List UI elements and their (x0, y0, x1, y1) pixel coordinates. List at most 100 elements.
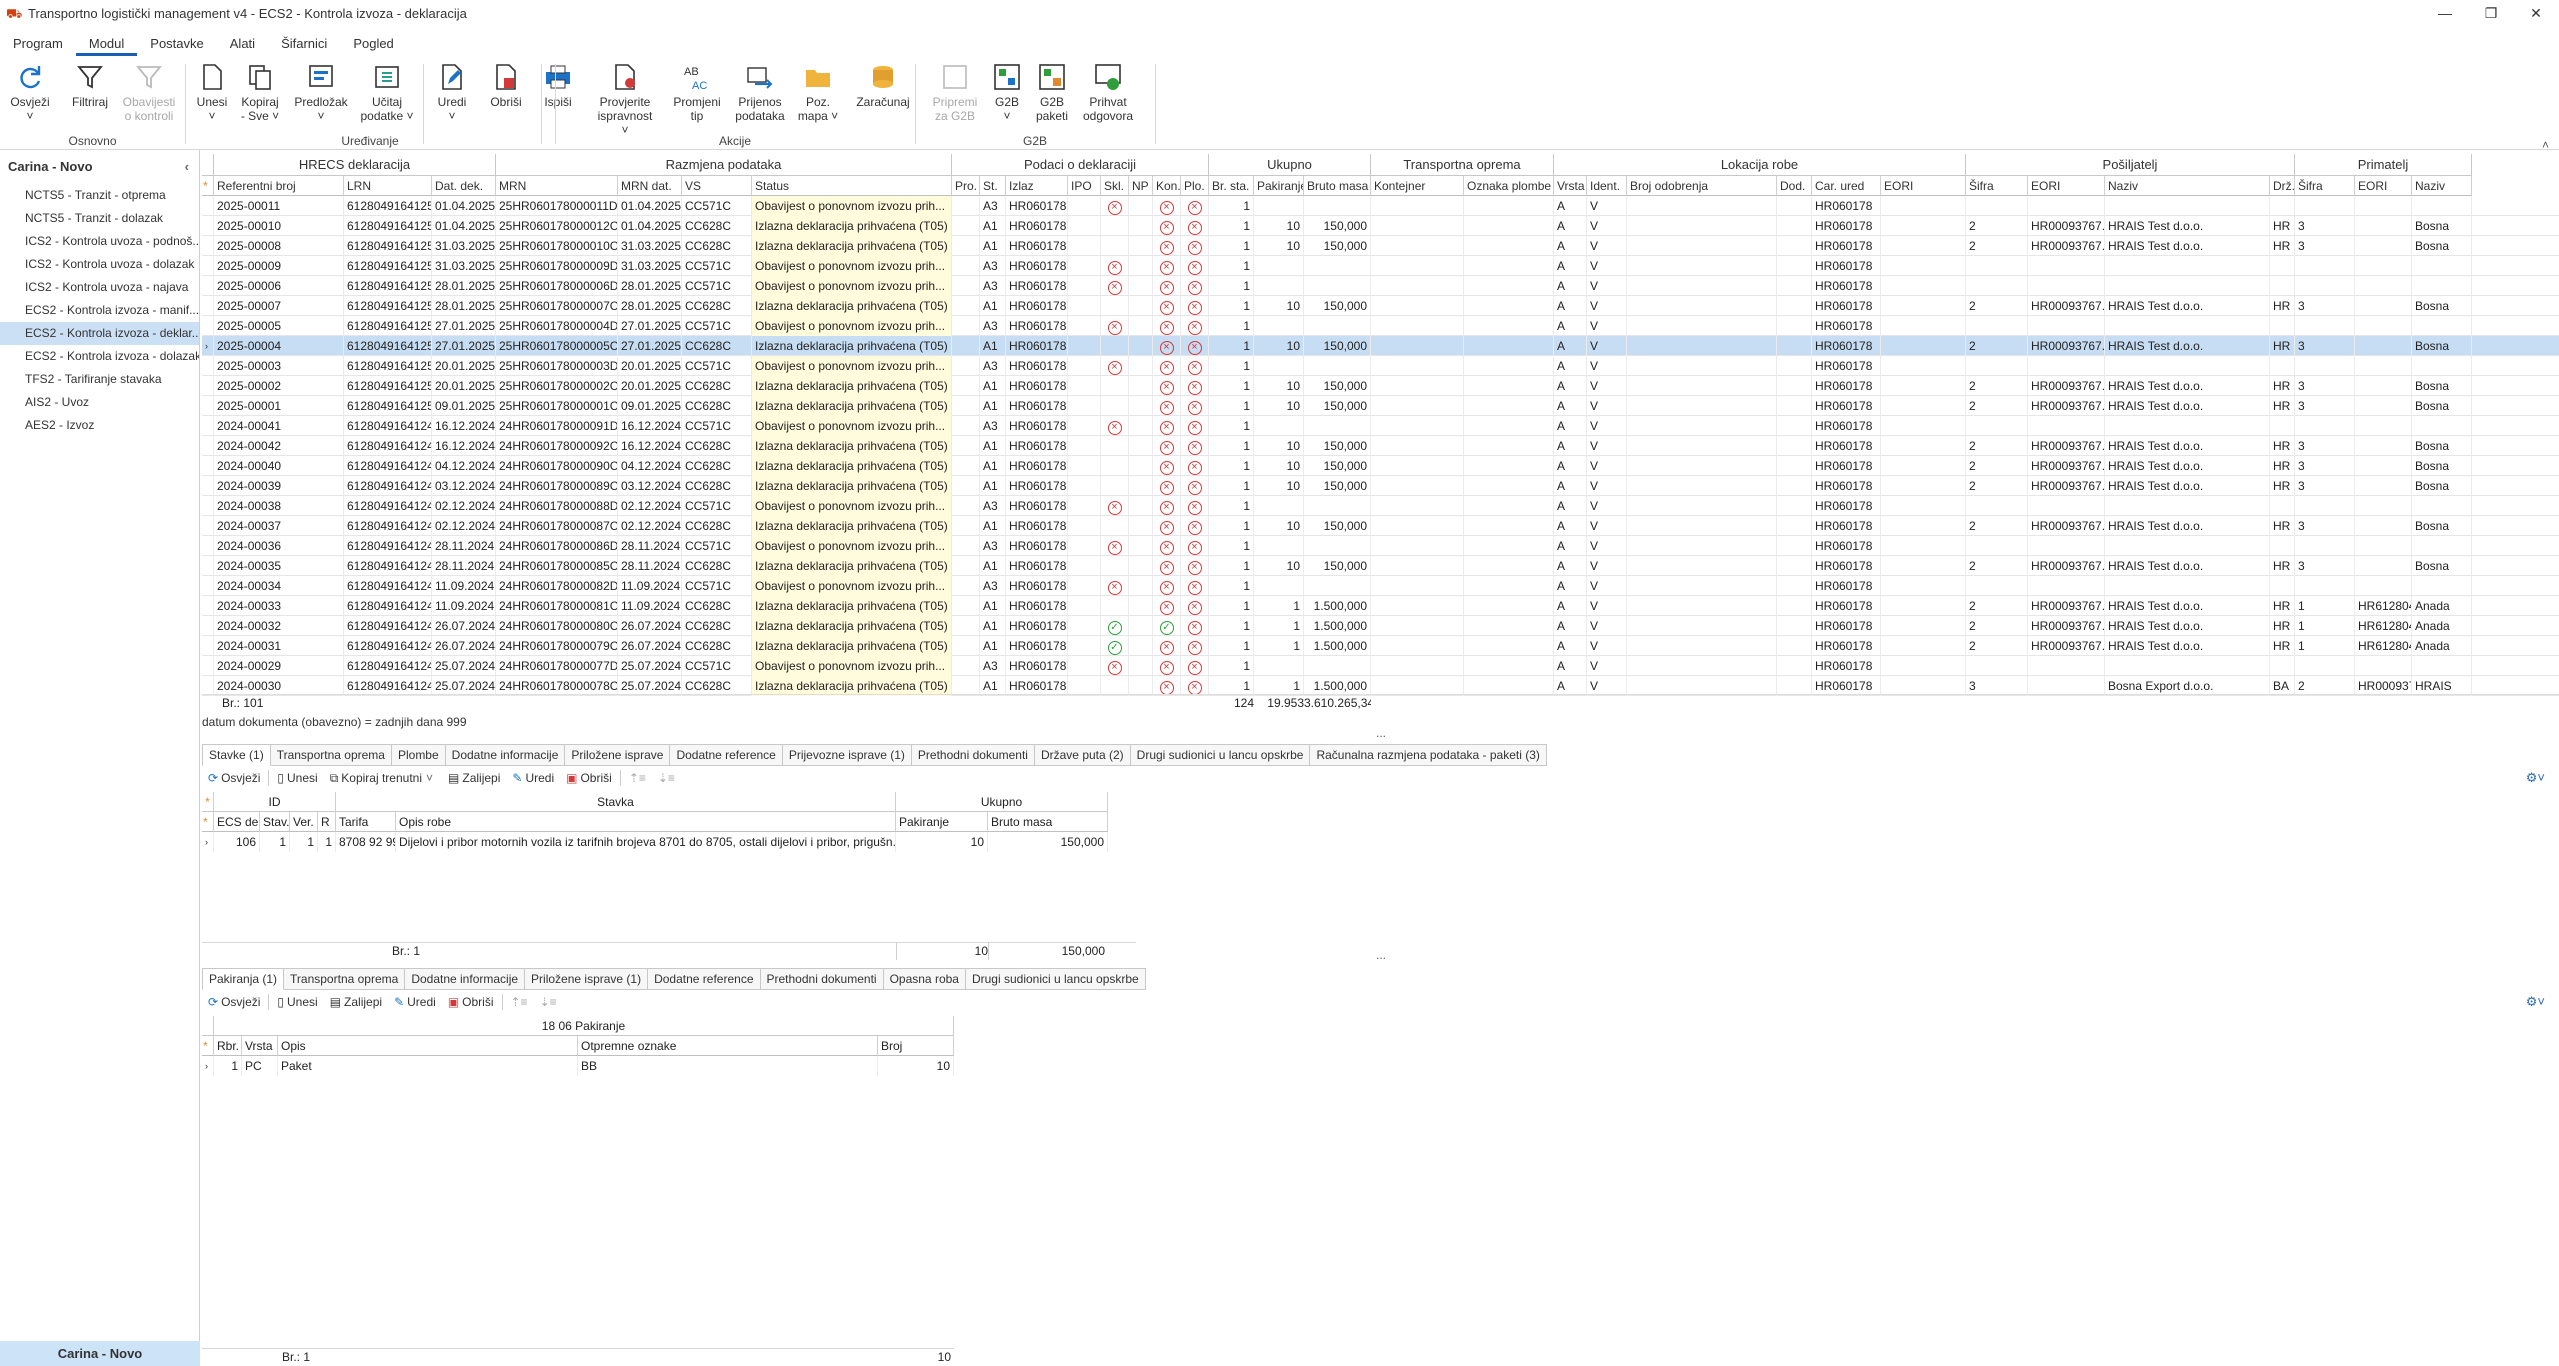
ribbon-transfer-button[interactable]: Prijenos podataka (728, 62, 792, 123)
grid-column-header[interactable]: Kontejner (1371, 176, 1464, 196)
collapse-sidebar-icon[interactable]: ‹ (185, 150, 189, 184)
table-row[interactable]: 2024-000416128049164124E0000004116.12.20… (202, 416, 2559, 436)
items-column-header[interactable]: * (202, 812, 214, 832)
items-column-header[interactable]: ECS dek. (214, 812, 260, 832)
ribbon-change-type-button[interactable]: AB AC Promjeni tip (665, 62, 729, 123)
detail-tab[interactable]: Transportna oprema (270, 744, 392, 766)
table-row[interactable]: 2024-000426128049164124E0000004216.12.20… (202, 436, 2559, 456)
ribbon-refresh-button[interactable]: Osvježi ˅ (0, 62, 62, 123)
ribbon-coins-button[interactable]: Zaračunaj (851, 62, 915, 109)
items-column-header[interactable]: Bruto masa (988, 812, 1108, 832)
menu-postavke[interactable]: Postavke (137, 32, 216, 56)
pack-column-header[interactable]: Vrsta (242, 1036, 278, 1056)
pack-tab[interactable]: Prethodni dokumenti (760, 968, 884, 990)
ribbon-template-button[interactable]: Predložak ˅ (289, 62, 353, 123)
sidebar-footer[interactable]: Carina - Novo (0, 1341, 200, 1366)
pack-column-header[interactable]: Opis (278, 1036, 578, 1056)
table-row[interactable]: 2025-000036128049164125E0000000320.01.20… (202, 356, 2559, 376)
ribbon-filter-button[interactable]: Filtriraj (58, 62, 122, 109)
table-row[interactable]: 2024-000406128049164124E0000004004.12.20… (202, 456, 2559, 476)
splitter-handle-2[interactable]: ... (1376, 948, 1386, 962)
grid-column-header[interactable]: Šifra (2295, 176, 2355, 196)
grid-column-header[interactable]: NP (1129, 176, 1153, 196)
items-column-header[interactable]: Ver. (290, 812, 318, 832)
toolbar-edit-button[interactable]: ✎ Uredi (506, 767, 560, 789)
table-row[interactable]: 2025-000066128049164125E0000000628.01.20… (202, 276, 2559, 296)
grid-column-header[interactable]: Naziv (2412, 176, 2472, 196)
grid-column-header[interactable]: Kon. (1153, 176, 1181, 196)
toolbar-paste-button[interactable]: ▤ Zalijepi (442, 767, 506, 789)
grid-column-header[interactable]: Car. ured (1812, 176, 1881, 196)
grid-options-icon[interactable]: ⚙˅ (2526, 770, 2545, 786)
table-row[interactable]: 2025-000026128049164125E0000000220.01.20… (202, 376, 2559, 396)
grid-column-header[interactable]: Oznaka plombe (1464, 176, 1554, 196)
detail-tab[interactable]: Drugi sudionici u lancu opskrbe (1130, 744, 1311, 766)
sidebar-item[interactable]: AIS2 - Uvoz (0, 391, 199, 414)
chevron-down-icon[interactable]: ˅ (426, 771, 433, 785)
ribbon-copy-button[interactable]: Kopiraj - Sve ˅ (228, 62, 292, 123)
toolbar-edit-button[interactable]: ✎ Uredi (388, 991, 442, 1013)
table-row[interactable]: 2025-000096128049164125E0000000931.03.20… (202, 256, 2559, 276)
table-row[interactable]: 2025-000076128049164125E0000000728.01.20… (202, 296, 2559, 316)
sidebar-item[interactable]: AES2 - Izvoz (0, 414, 199, 437)
sidebar-item[interactable]: ICS2 - Kontrola uvoza - dolazak (0, 253, 199, 276)
table-row[interactable]: 2024-000366128049164124E0000003628.11.20… (202, 536, 2559, 556)
detail-tab[interactable]: Računalna razmjena podataka - paketi (3) (1310, 744, 1547, 766)
menu-pogled[interactable]: Pogled (340, 32, 406, 56)
items-column-header[interactable]: Opis robe (396, 812, 896, 832)
grid-column-header[interactable]: EORI (1881, 176, 1966, 196)
table-row[interactable]: 2024-000346128049164124E0000003411.09.20… (202, 576, 2559, 596)
detail-tab[interactable]: Države puta (2) (1034, 744, 1131, 766)
grid-column-header[interactable]: Status (752, 176, 952, 196)
menu-alati[interactable]: Alati (217, 32, 268, 56)
grid-column-header[interactable]: LRN (344, 176, 432, 196)
table-row[interactable]: 2024-000386128049164124E0000003802.12.20… (202, 496, 2559, 516)
detail-tab[interactable]: Prijevozne isprave (1) (782, 744, 912, 766)
table-row[interactable]: 2024-000316128049164124E0000003126.07.20… (202, 636, 2559, 656)
detail-tab[interactable]: Stavke (1) (202, 744, 271, 766)
collapse-ribbon-icon[interactable]: ˄ (2542, 138, 2549, 152)
pack-column-header[interactable]: Broj (878, 1036, 954, 1056)
grid-column-header[interactable]: Bruto masa (1304, 176, 1371, 196)
table-row[interactable]: 2024-000396128049164124E0000003903.12.20… (202, 476, 2559, 496)
pack-column-header[interactable]: * (202, 1036, 214, 1056)
grid-column-header[interactable]: MRN dat. (618, 176, 682, 196)
pack-tab[interactable]: Dodatne informacije (405, 968, 526, 990)
ribbon-g2b-packages-button[interactable]: G2B paketi (1020, 62, 1084, 123)
sidebar-item[interactable]: ECS2 - Kontrola izvoza - dolazak (0, 345, 199, 368)
pack-column-header[interactable]: Rbr. (214, 1036, 242, 1056)
items-column-header[interactable]: Stav. (260, 812, 290, 832)
pack-tab[interactable]: Opasna roba (883, 968, 966, 990)
table-row[interactable]: 2025-000106128049164125E0000001001.04.20… (202, 216, 2559, 236)
grid-column-header[interactable]: MRN (496, 176, 618, 196)
menu-šifarnici[interactable]: Šifarnici (268, 32, 340, 56)
pack-tab[interactable]: Priložene isprave (1) (525, 968, 649, 990)
grid-column-header[interactable]: Šifra (1966, 176, 2028, 196)
ribbon-load-data-button[interactable]: Učitaj podatke ˅ (355, 62, 419, 123)
detail-tab[interactable]: Plombe (391, 744, 446, 766)
grid-column-header[interactable]: EORI (2028, 176, 2105, 196)
grid-column-header[interactable]: Pakiranje (1254, 176, 1304, 196)
table-row[interactable]: 2024-000376128049164124E0000003702.12.20… (202, 516, 2559, 536)
pack-grid-options-icon[interactable]: ⚙˅ (2526, 994, 2545, 1010)
grid-column-header[interactable]: Broj odobrenja (1627, 176, 1777, 196)
minimize-button[interactable]: — (2422, 0, 2468, 27)
close-button[interactable]: ✕ (2513, 0, 2559, 27)
sidebar-item[interactable]: ICS2 - Kontrola uvoza - najava (0, 276, 199, 299)
grid-column-header[interactable]: Plo. (1181, 176, 1209, 196)
items-column-header[interactable]: Pakiranje (896, 812, 988, 832)
sidebar-item[interactable]: NCTS5 - Tranzit - dolazak (0, 207, 199, 230)
pack-tab[interactable]: Transportna oprema (284, 968, 406, 990)
table-row[interactable]: 2024-000356128049164124E0000003528.11.20… (202, 556, 2559, 576)
table-row[interactable]: 2024-000336128049164124E0000003311.09.20… (202, 596, 2559, 616)
table-row[interactable]: 2024-000306128049164124E0000003025.07.20… (202, 676, 2559, 696)
pack-tab[interactable]: Pakiranja (1) (202, 968, 285, 990)
ribbon-validate-button[interactable]: Provjerite ispravnost ˅ (593, 62, 657, 137)
toolbar-delete-button[interactable]: ▣ Obriši (560, 767, 618, 789)
grid-column-header[interactable]: Dod. (1777, 176, 1812, 196)
grid-column-header[interactable]: St. (980, 176, 1006, 196)
detail-tab[interactable]: Dodatne informacije (445, 744, 566, 766)
grid-column-header[interactable]: EORI (2355, 176, 2412, 196)
splitter-handle[interactable]: ... (1376, 726, 1386, 740)
table-row[interactable]: 2024-000296128049164124E0000002925.07.20… (202, 656, 2559, 676)
